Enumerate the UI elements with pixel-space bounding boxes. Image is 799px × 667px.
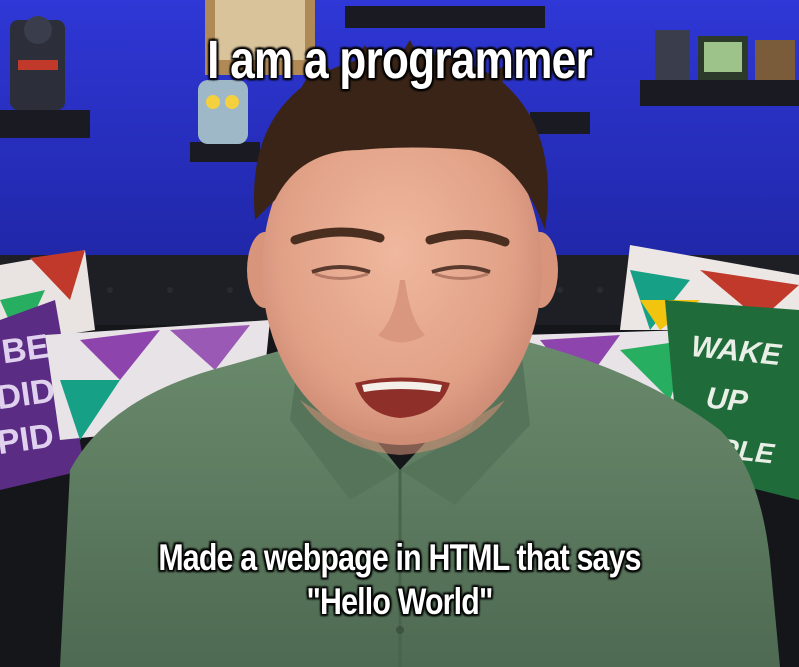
bottom-caption-line-2: "Hello World": [306, 581, 493, 622]
figure-right-3: [755, 40, 795, 80]
meme-image: BE DID PID WAKE UP EPLE I am a programme…: [0, 0, 799, 667]
bottom-caption: Made a webpage in HTML that says "Hello …: [72, 536, 727, 624]
svg-text:UP: UP: [704, 382, 750, 419]
shelf-mid: [190, 142, 260, 162]
svg-text:PID: PID: [0, 417, 56, 463]
shelf-left: [0, 110, 90, 138]
shelf-mid-right: [530, 112, 590, 134]
svg-text:BE: BE: [0, 327, 51, 371]
top-caption: I am a programmer: [207, 30, 593, 90]
bottom-caption-line-1: Made a webpage in HTML that says: [158, 537, 641, 578]
shelf-top-center: [345, 6, 545, 28]
